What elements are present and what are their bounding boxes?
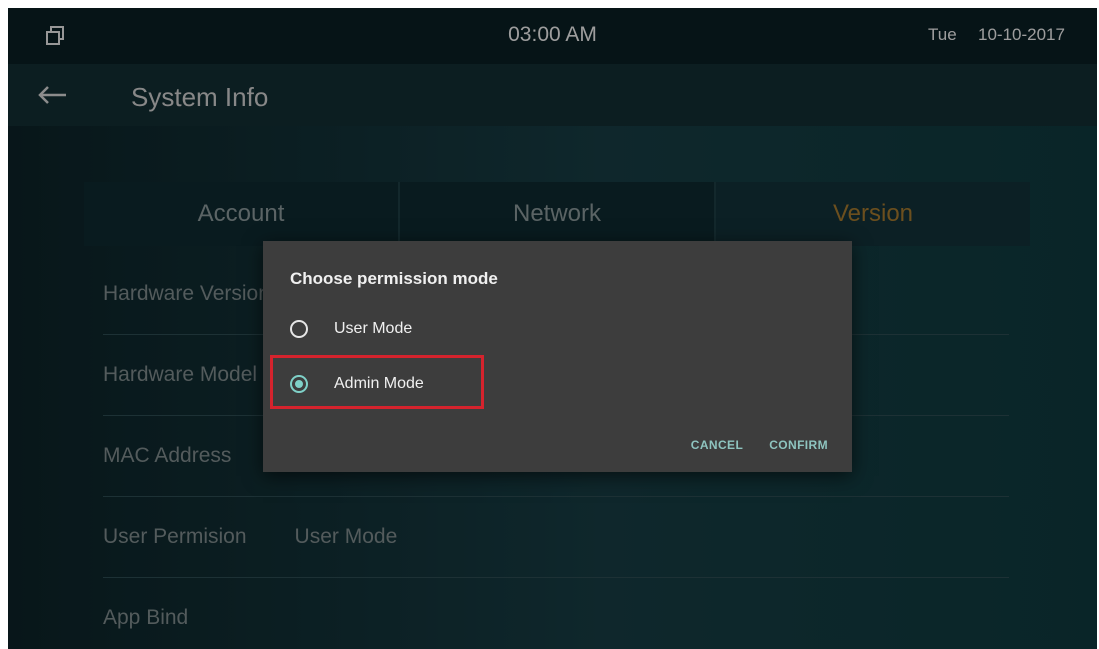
dialog-actions: CANCEL CONFIRM: [691, 438, 828, 452]
radio-unchecked-icon[interactable]: [290, 320, 308, 338]
highlight-annotation: [270, 355, 484, 409]
option-label: User Mode: [334, 320, 413, 337]
confirm-button[interactable]: CONFIRM: [769, 438, 828, 452]
user-mode-option[interactable]: User Mode: [290, 313, 412, 345]
device-screen: 03:00 AM Tue 10-10-2017 System Info Acco…: [8, 8, 1097, 649]
cancel-button[interactable]: CANCEL: [691, 438, 743, 452]
permission-dialog: Choose permission mode User Mode Admin M…: [263, 241, 852, 472]
dialog-title: Choose permission mode: [290, 269, 498, 288]
